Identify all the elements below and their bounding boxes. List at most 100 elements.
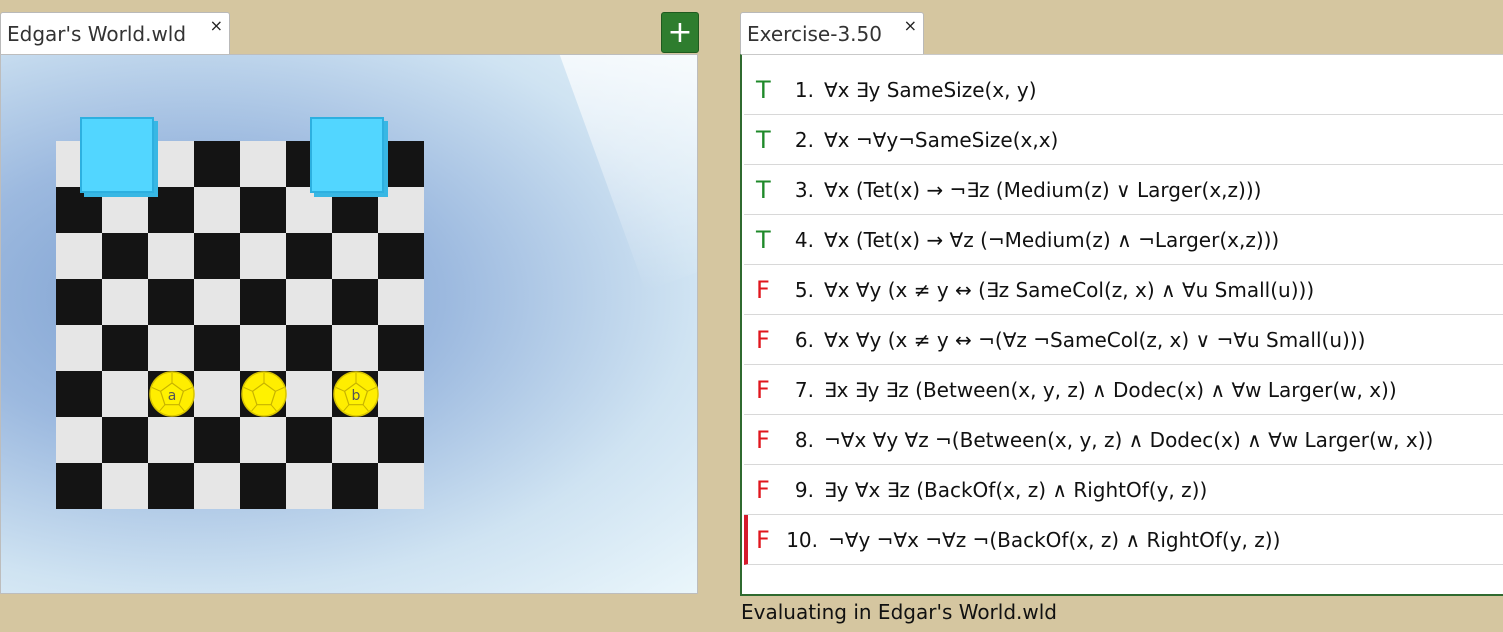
board-square (194, 233, 240, 279)
board-square (148, 141, 194, 187)
truth-value: T (756, 125, 771, 154)
sentence-number: 2. (794, 127, 814, 152)
board-square (194, 141, 240, 187)
piece-label: b (352, 388, 361, 404)
sentence-row[interactable]: T 3. ∀x (Tet(x) → ¬∃z (Medium(z) ∨ Larger(… (744, 165, 1503, 215)
sentence-text: ∃y ∀x ∃z (BackOf(x, z) ∧ RightOf(y, z)) (824, 477, 1208, 502)
board-square (378, 141, 424, 187)
truth-value: T (756, 175, 771, 204)
board-square (56, 325, 102, 371)
board-square (56, 417, 102, 463)
tab-world-label: Edgar's World.wld (7, 21, 187, 46)
board-square (378, 371, 424, 417)
sentence-row[interactable]: F 8. ¬∀x ∀y ∀z ¬(Between(x, y, z) ∧ Dodec(… (744, 415, 1503, 465)
board-square (286, 279, 332, 325)
board-square (240, 463, 286, 509)
board-square (286, 463, 332, 509)
sentence-number: 5. (794, 277, 814, 302)
close-icon[interactable]: × (904, 16, 917, 35)
board-square (240, 141, 286, 187)
sentence-text: ∀x ¬∀y¬SameSize(x,x) (824, 127, 1059, 152)
board-square (148, 417, 194, 463)
board-square (148, 463, 194, 509)
board-square (378, 463, 424, 509)
close-icon[interactable]: × (210, 16, 223, 35)
board-square (194, 371, 240, 417)
world-view[interactable]: ab (0, 54, 698, 594)
board-square (56, 279, 102, 325)
board-square (102, 279, 148, 325)
board-square (56, 233, 102, 279)
sentence-number: 1. (794, 77, 814, 102)
board-square (194, 187, 240, 233)
board-square (378, 233, 424, 279)
checkerboard (56, 141, 424, 509)
sentence-number: 9. (794, 477, 814, 502)
board-square (332, 233, 378, 279)
board-square (194, 463, 240, 509)
sentence-text: ∀x ∀y (x ≠ y ↔ (∃z SameCol(z, x) ∧ ∀u Sm… (824, 277, 1315, 302)
cube-piece[interactable] (310, 117, 384, 193)
status-text: Evaluating in Edgar's World.wld (741, 600, 1057, 624)
board-square (56, 187, 102, 233)
sentence-row[interactable]: T 1. ∀x ∃y SameSize(x, y) (744, 65, 1503, 115)
sentence-row[interactable]: F 10. ¬∀y ¬∀x ¬∀z ¬(BackOf(x, z) ∧ RightOf… (744, 515, 1503, 565)
dodec-piece[interactable] (241, 371, 287, 417)
sentence-text: ∀x ∃y SameSize(x, y) (824, 77, 1037, 102)
truth-value: T (756, 75, 771, 104)
board-square (56, 371, 102, 417)
sentence-row[interactable]: T 2. ∀x ¬∀y¬SameSize(x,x) (744, 115, 1503, 165)
board-square (102, 417, 148, 463)
sentence-list[interactable]: T 1. ∀x ∃y SameSize(x, y) T 2. ∀x ¬∀y¬SameSiz… (740, 54, 1503, 596)
truth-value: F (756, 475, 770, 504)
board-square (332, 187, 378, 233)
dodec-piece[interactable]: a (149, 371, 195, 417)
board-square (102, 187, 148, 233)
cube-piece[interactable] (80, 117, 154, 193)
truth-value: T (756, 225, 771, 254)
truth-value: F (756, 275, 770, 304)
board-square (102, 463, 148, 509)
board-square (148, 187, 194, 233)
sentence-text: ∀x (Tet(x) → ∀z (¬Medium(z) ∧ ¬Larger(x,… (824, 227, 1280, 252)
board-square (332, 463, 378, 509)
board-square (286, 371, 332, 417)
truth-value: F (756, 525, 770, 554)
sentence-text: ∀x ∀y (x ≠ y ↔ ¬(∀z ¬SameCol(z, x) ∨ ¬∀u… (824, 327, 1366, 352)
board-square (194, 325, 240, 371)
board-square (194, 417, 240, 463)
sentence-row[interactable]: T 4. ∀x (Tet(x) → ∀z (¬Medium(z) ∧ ¬Larger… (744, 215, 1503, 265)
dodec-piece[interactable]: b (333, 371, 379, 417)
sentence-number: 6. (794, 327, 814, 352)
sentence-number: 8. (794, 427, 814, 452)
board-square (286, 233, 332, 279)
sentence-row[interactable]: F 6. ∀x ∀y (x ≠ y ↔ ¬(∀z ¬SameCol(z, x) ∨ … (744, 315, 1503, 365)
board-square (378, 279, 424, 325)
piece-label: a (168, 388, 177, 404)
board-square (240, 325, 286, 371)
sentence-text: ∀x (Tet(x) → ¬∃z (Medium(z) ∨ Larger(x,z… (824, 177, 1262, 202)
sentence-row[interactable]: F 5. ∀x ∀y (x ≠ y ↔ (∃z SameCol(z, x) ∧ ∀u… (744, 265, 1503, 315)
board-square (148, 325, 194, 371)
sentence-number: 4. (794, 227, 814, 252)
add-tab-button[interactable]: + (661, 12, 699, 53)
board-square (102, 233, 148, 279)
sentence-row[interactable]: F 9. ∃y ∀x ∃z (BackOf(x, z) ∧ RightOf(y, z… (744, 465, 1503, 515)
sentence-number: 7. (794, 377, 814, 402)
truth-value: F (756, 425, 770, 454)
truth-value: F (756, 375, 770, 404)
sentence-row[interactable]: F 7. ∃x ∃y ∃z (Between(x, y, z) ∧ Dodec(x)… (744, 365, 1503, 415)
board-square (378, 417, 424, 463)
board-square (240, 187, 286, 233)
tab-world-file[interactable]: Edgar's World.wld × (0, 12, 230, 54)
board-square (332, 325, 378, 371)
board-square (56, 463, 102, 509)
board-square (240, 233, 286, 279)
tab-exercise[interactable]: Exercise-3.50 × (740, 12, 924, 54)
board-square (378, 325, 424, 371)
tab-exercise-label: Exercise-3.50 (747, 21, 882, 46)
board-square (240, 279, 286, 325)
sentence-text: ∃x ∃y ∃z (Between(x, y, z) ∧ Dodec(x) ∧ … (824, 377, 1397, 402)
board-square (332, 417, 378, 463)
board-square (286, 187, 332, 233)
